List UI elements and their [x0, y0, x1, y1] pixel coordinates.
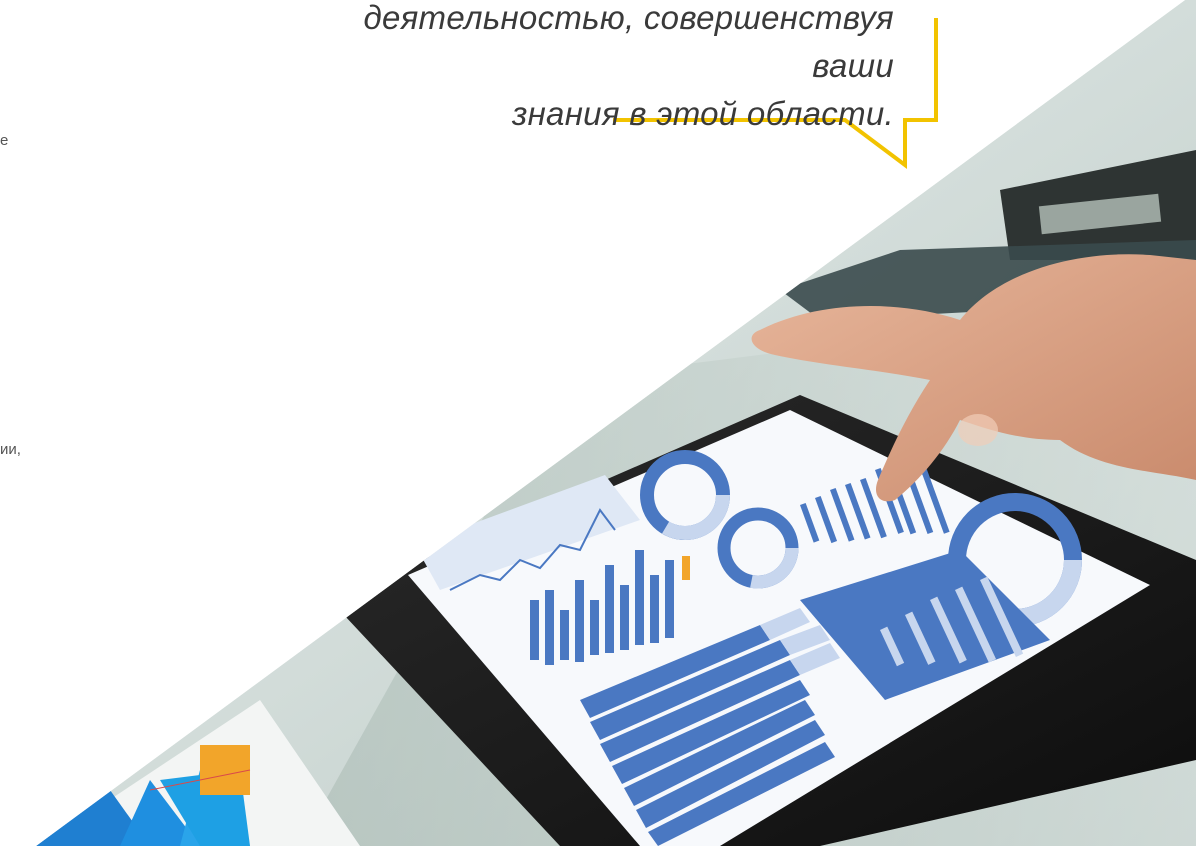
- quote-line-2-overlay: знания в этой области.: [511, 95, 894, 132]
- left-text-fragment-1-overlay: е: [0, 132, 9, 149]
- quote-block-overlay: деятельностью, совершенствуя ваши знания…: [334, 0, 894, 138]
- quote-line-1-overlay: деятельностью, совершенствуя ваши: [363, 0, 894, 84]
- left-text-fragment-2-overlay: ии,: [0, 441, 21, 458]
